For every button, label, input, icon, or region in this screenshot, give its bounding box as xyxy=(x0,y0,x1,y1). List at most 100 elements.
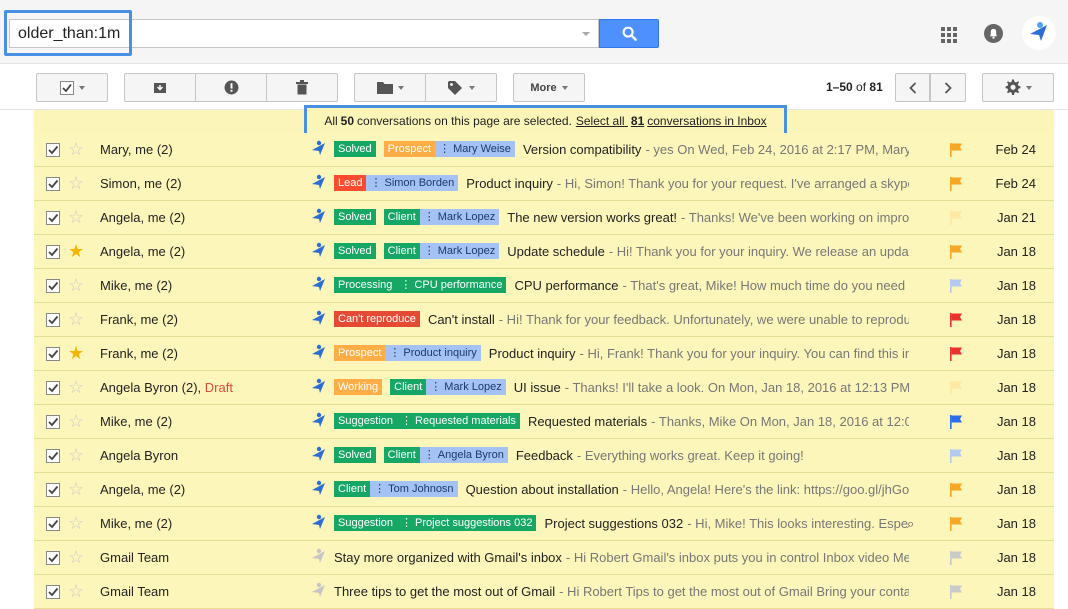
label-chip[interactable]: ClientMark Lopez xyxy=(383,209,500,225)
star-icon[interactable]: ☆ xyxy=(68,514,84,532)
message-content[interactable]: Can't reproduce Can't install - Hi! Thank … xyxy=(334,308,909,330)
move-to-button[interactable] xyxy=(354,73,426,102)
more-button[interactable]: More xyxy=(513,73,585,102)
message-content[interactable]: Working ClientMark Lopez UI issue- Thanks!… xyxy=(334,376,909,398)
row-checkbox[interactable] xyxy=(46,381,60,395)
kayako-icon[interactable] xyxy=(310,344,328,362)
flag-icon[interactable] xyxy=(949,176,963,192)
search-button[interactable] xyxy=(599,19,659,48)
row-checkbox[interactable] xyxy=(46,585,60,599)
row-checkbox[interactable] xyxy=(46,279,60,293)
label-chip[interactable]: Solved xyxy=(334,243,376,259)
label-chip[interactable]: ProspectMary Weise xyxy=(383,141,515,157)
flag-icon[interactable] xyxy=(949,278,963,294)
label-chip[interactable]: Can't reproduce xyxy=(334,311,420,327)
settings-button[interactable] xyxy=(982,73,1054,102)
star-icon[interactable]: ☆ xyxy=(68,480,84,498)
message-row[interactable]: ☆ Frank, me (2) Can't reproduce Can't insta… xyxy=(34,303,1054,337)
kayako-icon[interactable] xyxy=(310,140,328,158)
flag-icon[interactable] xyxy=(949,210,963,226)
kayako-icon[interactable] xyxy=(310,310,328,328)
delete-button[interactable] xyxy=(266,73,338,102)
message-row[interactable]: ☆ Angela Byron (2), Draft Working ClientMar… xyxy=(34,371,1054,405)
flag-icon[interactable] xyxy=(949,346,963,362)
kayako-icon[interactable] xyxy=(310,548,328,566)
flag-icon[interactable] xyxy=(949,142,963,158)
star-icon[interactable]: ☆ xyxy=(68,412,84,430)
row-checkbox[interactable] xyxy=(46,313,60,327)
label-chip[interactable]: Solved xyxy=(334,141,376,157)
message-content[interactable]: ClientTom Johnosn Question about installa… xyxy=(334,478,909,500)
star-icon[interactable]: ☆ xyxy=(68,582,84,600)
kayako-icon[interactable] xyxy=(310,174,328,192)
newer-page-button[interactable] xyxy=(895,73,930,102)
select-all-button[interactable] xyxy=(36,73,108,102)
label-chip[interactable]: Solved xyxy=(334,447,376,463)
row-checkbox[interactable] xyxy=(46,551,60,565)
star-icon[interactable]: ☆ xyxy=(68,174,84,192)
star-icon[interactable]: ☆ xyxy=(68,140,84,158)
kayako-icon[interactable] xyxy=(310,480,328,498)
row-checkbox[interactable] xyxy=(46,347,60,361)
flag-icon[interactable] xyxy=(949,584,963,600)
kayako-icon[interactable] xyxy=(310,446,328,464)
report-spam-button[interactable] xyxy=(195,73,267,102)
notifications-bell-icon[interactable] xyxy=(984,24,1003,43)
select-all-conversations-link[interactable]: Select all 81 conversations in Inbox xyxy=(576,114,767,128)
message-content[interactable]: Solved ClientMark Lopez The new version wo… xyxy=(334,206,909,228)
message-row[interactable]: ★Frank, me (2)ProspectProduct inquiryPro… xyxy=(34,337,1054,371)
flag-icon[interactable] xyxy=(949,244,963,260)
message-row[interactable]: ☆Angela ByronSolvedClientAngela ByronFee… xyxy=(34,439,1054,473)
kayako-icon[interactable] xyxy=(310,514,328,532)
message-row[interactable]: ☆ Simon, me (2) LeadSimon Borden Product in… xyxy=(34,167,1054,201)
labels-button[interactable] xyxy=(425,73,497,102)
kayako-icon[interactable] xyxy=(310,412,328,430)
row-checkbox[interactable] xyxy=(46,177,60,191)
message-row[interactable]: ☆ Mary, me (2) Solved ProspectMary Weise Ver… xyxy=(34,133,1054,167)
star-icon[interactable]: ☆ xyxy=(68,378,84,396)
message-row[interactable]: ☆Mike, me (2)ProcessingCPU performanceCP… xyxy=(34,269,1054,303)
label-chip[interactable]: ProcessingCPU performance xyxy=(334,277,507,293)
message-row[interactable]: ☆Mike, me (2)SuggestionProject suggestio… xyxy=(34,507,1054,541)
search-input[interactable] xyxy=(10,20,570,47)
label-chip[interactable]: ClientMark Lopez xyxy=(383,243,500,259)
message-content[interactable]: Solved ClientAngela Byron Feedback- Everyt… xyxy=(334,444,909,466)
message-content[interactable]: ProcessingCPU performanceCPU performance… xyxy=(334,274,909,296)
star-icon[interactable]: ☆ xyxy=(68,310,84,328)
message-row[interactable]: ☆ Gmail Team Stay more organized with Gmai… xyxy=(34,541,1054,575)
kayako-icon[interactable] xyxy=(310,208,328,226)
message-row[interactable]: ★ Angela, me (2) Solved ClientMark Lopez Upd… xyxy=(34,235,1054,269)
label-chip[interactable]: Working xyxy=(334,379,383,395)
kayako-icon[interactable] xyxy=(310,582,328,600)
label-chip[interactable]: LeadSimon Borden xyxy=(334,175,459,191)
label-chip[interactable]: ClientAngela Byron xyxy=(383,447,508,463)
flag-icon[interactable] xyxy=(949,550,963,566)
flag-icon[interactable] xyxy=(949,380,963,396)
archive-button[interactable] xyxy=(124,73,196,102)
star-icon[interactable]: ☆ xyxy=(68,276,84,294)
message-row[interactable]: ☆ Angela, me (2) ClientTom Johnosn Question… xyxy=(34,473,1054,507)
row-checkbox[interactable] xyxy=(46,211,60,225)
row-checkbox[interactable] xyxy=(46,245,60,259)
star-icon[interactable]: ☆ xyxy=(68,208,84,226)
kayako-icon[interactable] xyxy=(310,378,328,396)
star-icon[interactable]: ★ xyxy=(68,344,84,362)
star-icon[interactable]: ☆ xyxy=(68,446,84,464)
label-chip[interactable]: ClientTom Johnosn xyxy=(334,481,458,497)
kayako-icon[interactable] xyxy=(310,242,328,260)
star-icon[interactable]: ★ xyxy=(68,242,84,260)
apps-grid-icon[interactable] xyxy=(941,27,957,43)
message-content[interactable]: Solved ClientMark Lopez Update schedule- H… xyxy=(334,240,909,262)
flag-icon[interactable] xyxy=(949,516,963,532)
flag-icon[interactable] xyxy=(949,414,963,430)
message-content[interactable]: SuggestionRequested materialsRequested m… xyxy=(334,410,909,432)
flag-icon[interactable] xyxy=(949,482,963,498)
label-chip[interactable]: ProspectProduct inquiry xyxy=(334,345,481,361)
message-content[interactable]: SuggestionProject suggestions 032Project… xyxy=(334,512,909,534)
label-chip[interactable]: Solved xyxy=(334,209,376,225)
message-content[interactable]: Solved ProspectMary Weise Version compatib… xyxy=(334,138,909,160)
search-box[interactable] xyxy=(9,19,599,48)
older-page-button[interactable] xyxy=(930,73,966,102)
row-checkbox[interactable] xyxy=(46,143,60,157)
account-avatar[interactable] xyxy=(1022,16,1056,50)
